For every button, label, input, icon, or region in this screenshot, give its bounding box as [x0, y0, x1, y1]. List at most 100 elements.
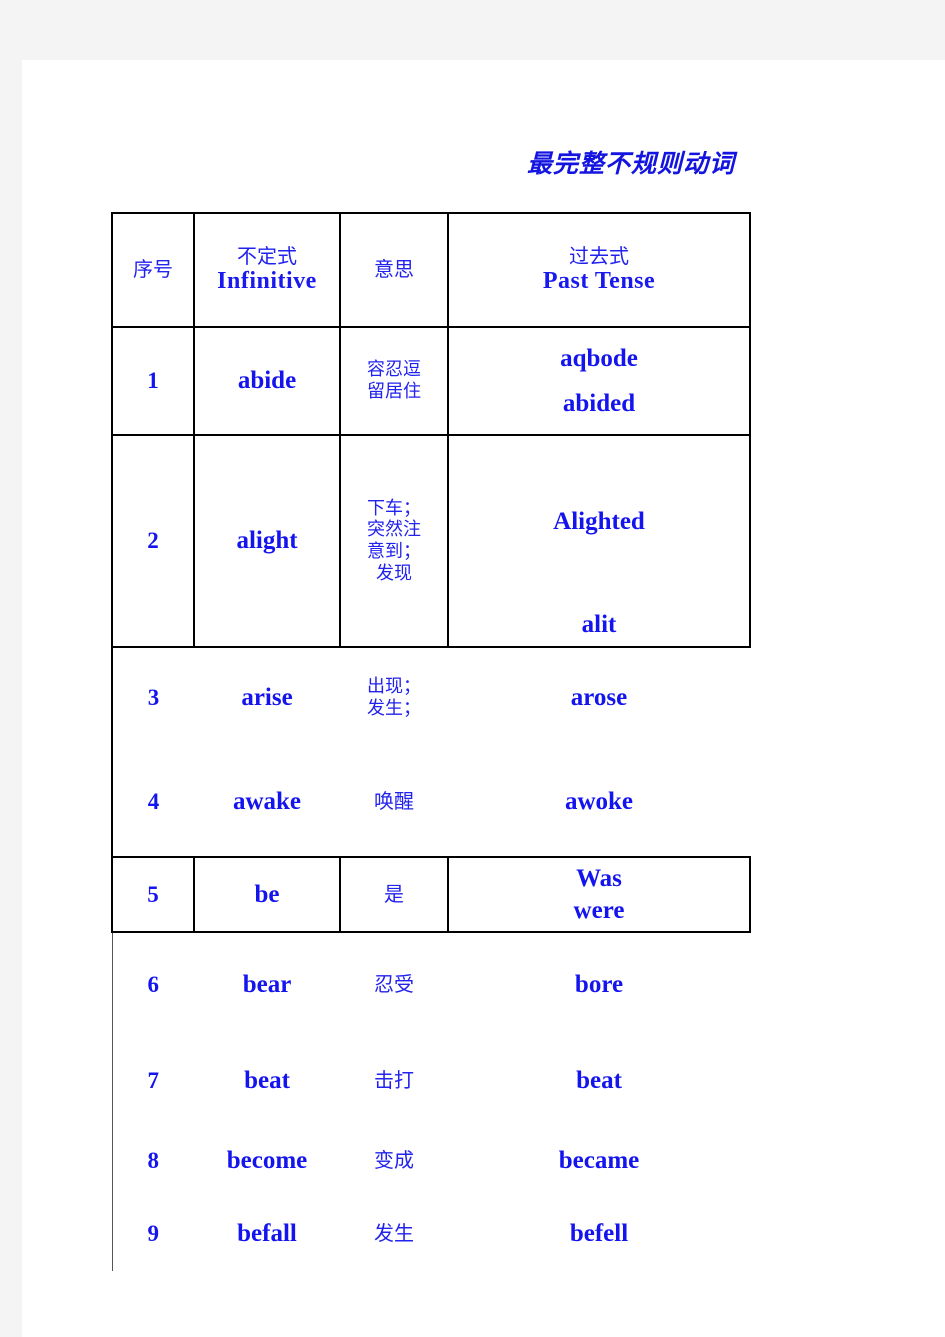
- meaning-line: 唤醒: [374, 788, 414, 813]
- header-label-past-en: Past Tense: [542, 268, 656, 295]
- table-row: 6 bear 忍受 bore: [111, 932, 750, 1037]
- meaning-line: 意到；: [367, 541, 421, 562]
- cell-meaning: 忍受: [340, 932, 448, 1037]
- header-cell-past: 过去式 Past Tense: [447, 212, 751, 328]
- cell-past-tense: Alighted alit: [447, 434, 751, 648]
- meaning-line: 变成: [374, 1148, 414, 1173]
- header-label-infinitive-cn: 不定式: [237, 243, 297, 268]
- cell-infinitive: awake: [194, 747, 340, 858]
- page-title: 最完整不规则动词: [527, 151, 736, 178]
- header-cell-infinitive: 不定式 Infinitive: [193, 212, 341, 328]
- cell-no: 6: [111, 932, 194, 1037]
- table-row: 3 arise 出现； 发生； arose: [111, 647, 750, 747]
- cell-meaning: 是: [339, 856, 449, 933]
- meaning-line: 发生；: [367, 697, 421, 719]
- row-number: 4: [147, 788, 160, 814]
- meaning-line: 是: [384, 881, 404, 906]
- infinitive-text: befall: [237, 1220, 297, 1248]
- row-number: 8: [147, 1148, 160, 1173]
- past-tense-line: arose: [570, 683, 628, 711]
- infinitive-text: be: [254, 880, 280, 908]
- header-label-no: 序号: [133, 257, 173, 282]
- document-page: 最完整不规则动词 序号 不定式 Infinitive 意思 过去式 Past T…: [22, 60, 945, 1337]
- cell-no: 5: [111, 856, 195, 933]
- infinitive-text: become: [226, 1147, 308, 1175]
- meaning-line: 发现: [376, 562, 412, 584]
- row-number: 9: [147, 1221, 160, 1246]
- past-tense-line: Was: [576, 865, 622, 893]
- table-row: 7 beat 击打 beat: [111, 1037, 750, 1125]
- cell-no: 9: [111, 1197, 194, 1271]
- infinitive-text: awake: [232, 787, 302, 815]
- cell-meaning: 击打: [340, 1037, 448, 1125]
- cell-infinitive: alight: [193, 434, 341, 648]
- cell-past-tense: awoke: [448, 747, 750, 858]
- row-number: 7: [147, 1068, 160, 1093]
- past-tense-line: bore: [574, 971, 624, 999]
- cell-no: 2: [111, 434, 195, 648]
- infinitive-text: bear: [242, 971, 292, 999]
- table-row: 5 be 是 Was were: [111, 856, 751, 933]
- cell-infinitive: be: [193, 856, 341, 933]
- header-cell-meaning: 意思: [339, 212, 449, 328]
- cell-no: 4: [111, 747, 194, 858]
- row-number: 6: [147, 972, 160, 997]
- meaning-line: 发生: [374, 1221, 414, 1246]
- cell-infinitive: bear: [194, 932, 340, 1037]
- infinitive-text: alight: [236, 527, 298, 555]
- row-number: 1: [147, 368, 159, 393]
- meaning-line: 忍受: [374, 972, 414, 997]
- cell-no: 7: [111, 1037, 194, 1125]
- past-tense-line: Alighted: [553, 508, 645, 535]
- row-number: 2: [147, 528, 159, 553]
- table-row: 8 become 变成 became: [111, 1125, 750, 1197]
- past-tense-line: befell: [569, 1220, 629, 1248]
- cell-past-tense: befell: [448, 1197, 750, 1271]
- cell-past-tense: aqbode abided: [447, 326, 751, 436]
- cell-past-tense: became: [448, 1125, 750, 1197]
- row-number: 3: [147, 684, 160, 710]
- header-label-past-cn: 过去式: [569, 243, 629, 268]
- past-tense-line: alit: [581, 610, 617, 638]
- cell-meaning: 唤醒: [340, 747, 448, 858]
- past-tense-line: became: [558, 1147, 640, 1175]
- cell-infinitive: befall: [194, 1197, 340, 1271]
- cell-meaning: 下车； 突然注 意到； 发现: [339, 434, 449, 648]
- meaning-line: 留居住: [367, 381, 421, 402]
- cell-meaning: 变成: [340, 1125, 448, 1197]
- table-row: 9 befall 发生 befell: [111, 1197, 750, 1271]
- header-cell-no: 序号: [111, 212, 195, 328]
- meaning-line: 出现；: [367, 675, 421, 697]
- header-label-meaning: 意思: [374, 257, 414, 282]
- header-label-infinitive-en: Infinitive: [217, 268, 317, 295]
- meaning-line: 突然注: [367, 519, 421, 541]
- table-header-row: 序号 不定式 Infinitive 意思 过去式 Past Tense: [111, 212, 751, 328]
- infinitive-text: abide: [237, 367, 297, 395]
- cell-past-tense: arose: [448, 647, 750, 747]
- cell-infinitive: abide: [193, 326, 341, 436]
- past-tense-line: aqbode: [560, 344, 638, 372]
- cell-past-tense: bore: [448, 932, 750, 1037]
- meaning-line: 击打: [374, 1068, 414, 1093]
- cell-infinitive: arise: [194, 647, 340, 747]
- past-tense-line: beat: [576, 1067, 622, 1095]
- cell-no: 1: [111, 326, 195, 436]
- past-tense-line: were: [573, 896, 625, 924]
- meaning-line: 下车；: [367, 497, 421, 519]
- cell-past-tense: Was were: [447, 856, 751, 933]
- cell-meaning: 发生: [340, 1197, 448, 1271]
- table-row: 4 awake 唤醒 awoke: [111, 747, 750, 858]
- meaning-line: 容忍逗: [367, 359, 421, 381]
- past-tense-line: abided: [562, 390, 636, 417]
- cell-meaning: 容忍逗 留居住: [339, 326, 449, 436]
- cell-past-tense: beat: [448, 1037, 750, 1125]
- past-tense-line: awoke: [564, 787, 634, 815]
- table-row: 1 abide 容忍逗 留居住 aqbode abided: [111, 326, 751, 436]
- table-row: 2 alight 下车； 突然注 意到； 发现 Alighted alit: [111, 434, 751, 648]
- cell-no: 8: [111, 1125, 194, 1197]
- irregular-verbs-table: 序号 不定式 Infinitive 意思 过去式 Past Tense 1 ab…: [111, 212, 751, 1271]
- cell-no: 3: [111, 647, 194, 747]
- row-number: 5: [147, 881, 159, 907]
- infinitive-text: beat: [244, 1067, 290, 1095]
- cell-infinitive: become: [194, 1125, 340, 1197]
